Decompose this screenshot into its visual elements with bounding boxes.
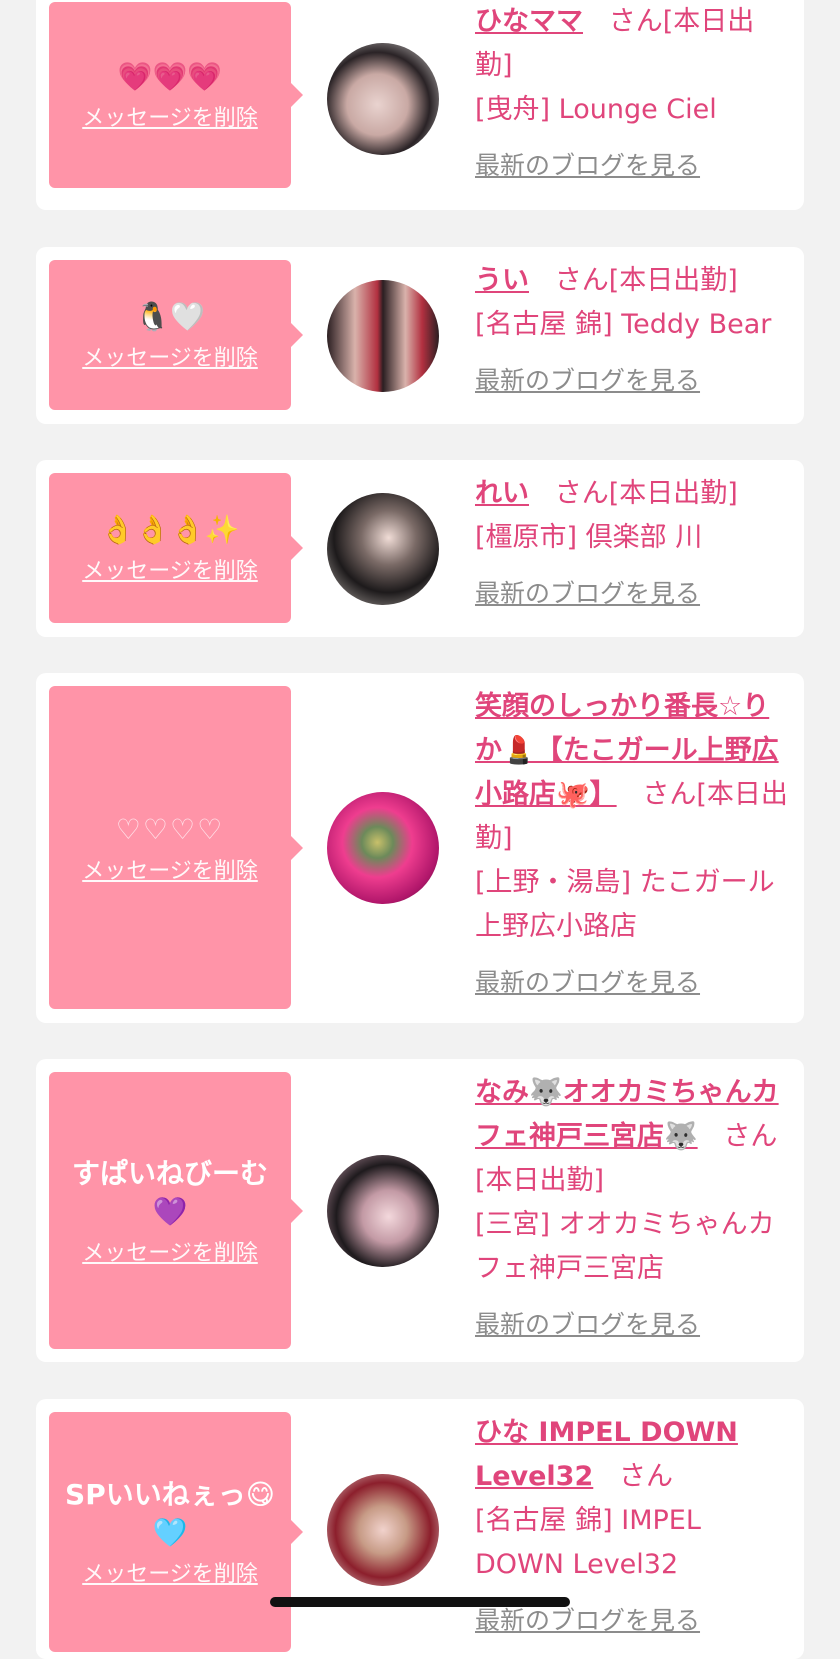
delete-message-link[interactable]: メッセージを削除 (82, 340, 258, 372)
avatar[interactable] (327, 43, 439, 155)
status-text: [本日出勤] (608, 265, 738, 296)
blog-link[interactable]: 最新のブログを見る (475, 572, 791, 616)
message-text: すぱいねびーむ💜 (71, 1156, 268, 1228)
honorific: さん (554, 478, 609, 509)
honorific: さん (723, 1121, 778, 1152)
honorific: さん (554, 265, 609, 296)
blog-link[interactable]: 最新のブログを見る (475, 144, 791, 188)
shop-text: [三宮] オオカミちゃんカフェ神戸三宮店 (475, 1209, 775, 1284)
blog-link[interactable]: 最新のブログを見る (475, 961, 791, 1005)
cast-name-link[interactable]: うい (475, 265, 529, 296)
delete-message-link[interactable]: メッセージを削除 (82, 853, 258, 885)
favorite-card: ♡♡♡♡ メッセージを削除 笑顔のしっかり番長☆りか💄【たこガール上野広小路店🐙… (36, 673, 804, 1023)
message-text: 💗💗💗 (117, 60, 223, 93)
status-text: [本日出勤] (475, 1165, 605, 1196)
favorite-card: 💗💗💗 メッセージを削除 ひなママ さん[本日出勤] [曳舟] Lounge C… (36, 0, 804, 210)
blog-link[interactable]: 最新のブログを見る (475, 1303, 791, 1347)
message-text: SPいいねぇっ😋🩵 (65, 1478, 275, 1549)
cast-name-link[interactable]: ひな IMPEL DOWN Level32 (475, 1417, 738, 1492)
cast-name-line: ひな IMPEL DOWN Level32 さん (475, 1411, 791, 1499)
cast-name-line: れい さん[本日出勤] (475, 472, 791, 516)
cast-name-line: 笑顔のしっかり番長☆りか💄【たこガール上野広小路店🐙】 さん[本日出勤] (475, 685, 791, 861)
delete-message-link[interactable]: メッセージを削除 (82, 1556, 258, 1588)
avatar[interactable] (327, 1474, 439, 1586)
honorific: さん (608, 6, 663, 37)
avatar[interactable] (327, 493, 439, 605)
message-bubble: SPいいねぇっ😋🩵 メッセージを削除 (49, 1412, 303, 1652)
favorite-card: SPいいねぇっ😋🩵 メッセージを削除 ひな IMPEL DOWN Level32… (36, 1399, 804, 1659)
favorite-card: すぱいねびーむ💜 メッセージを削除 なみ🐺オオカミちゃんカフェ神戸三宮店🐺 さん… (36, 1059, 804, 1362)
shop-text: [名古屋 錦] IMPEL DOWN Level32 (475, 1505, 701, 1580)
home-indicator[interactable] (270, 1597, 570, 1607)
message-text: 🐧🤍 (135, 300, 205, 333)
status-text: [本日出勤] (608, 478, 738, 509)
delete-message-link[interactable]: メッセージを削除 (82, 100, 258, 132)
shop-text: [橿原市] 倶楽部 川 (475, 522, 703, 553)
message-bubble: 👌👌👌✨ メッセージを削除 (49, 473, 303, 623)
message-text: ♡♡♡♡ (115, 812, 225, 846)
cast-name-line: ひなママ さん[本日出勤] (475, 0, 791, 88)
favorite-card: 🐧🤍 メッセージを削除 うい さん[本日出勤] [名古屋 錦] Teddy Be… (36, 247, 804, 424)
favorite-card: 👌👌👌✨ メッセージを削除 れい さん[本日出勤] [橿原市] 倶楽部 川 最新… (36, 460, 804, 637)
delete-message-link[interactable]: メッセージを削除 (82, 1235, 258, 1267)
message-bubble: 💗💗💗 メッセージを削除 (49, 2, 303, 188)
cast-info: 笑顔のしっかり番長☆りか💄【たこガール上野広小路店🐙】 さん[本日出勤] [上野… (475, 685, 791, 1005)
honorific: さん (642, 779, 697, 810)
cast-info: ひなママ さん[本日出勤] [曳舟] Lounge Ciel 最新のブログを見る (475, 0, 791, 188)
blog-link[interactable]: 最新のブログを見る (475, 359, 791, 403)
cast-info: なみ🐺オオカミちゃんカフェ神戸三宮店🐺 さん[本日出勤] [三宮] オオカミちゃ… (475, 1071, 791, 1347)
avatar[interactable] (327, 1155, 439, 1267)
message-bubble: ♡♡♡♡ メッセージを削除 (49, 686, 303, 1009)
cast-name-link[interactable]: ひなママ (475, 6, 583, 37)
message-bubble: 🐧🤍 メッセージを削除 (49, 260, 303, 410)
cast-info: れい さん[本日出勤] [橿原市] 倶楽部 川 最新のブログを見る (475, 472, 791, 616)
shop-text: [名古屋 錦] Teddy Bear (475, 309, 772, 340)
delete-message-link[interactable]: メッセージを削除 (82, 553, 258, 585)
avatar[interactable] (327, 280, 439, 392)
cast-name-line: うい さん[本日出勤] (475, 259, 791, 303)
honorific: さん (619, 1461, 674, 1492)
cast-info: うい さん[本日出勤] [名古屋 錦] Teddy Bear 最新のブログを見る (475, 259, 791, 403)
message-text: 👌👌👌✨ (100, 513, 240, 546)
cast-name-line: なみ🐺オオカミちゃんカフェ神戸三宮店🐺 さん[本日出勤] (475, 1071, 791, 1203)
message-bubble: すぱいねびーむ💜 メッセージを削除 (49, 1072, 303, 1349)
avatar[interactable] (327, 792, 439, 904)
cast-info: ひな IMPEL DOWN Level32 さん [名古屋 錦] IMPEL D… (475, 1411, 791, 1643)
cast-name-link[interactable]: れい (475, 478, 529, 509)
shop-text: [曳舟] Lounge Ciel (475, 94, 717, 125)
shop-text: [上野・湯島] たこガール上野広小路店 (475, 867, 775, 942)
